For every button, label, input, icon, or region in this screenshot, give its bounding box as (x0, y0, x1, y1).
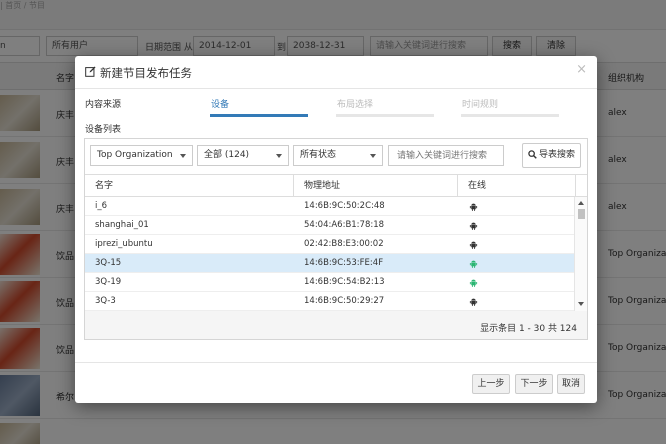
status-select[interactable]: 所有状态 (293, 145, 383, 166)
device-search-input[interactable] (388, 145, 504, 166)
device-name: 3Q-3 (95, 296, 116, 306)
device-mac: 54:04:A6:B1:78:18 (304, 220, 385, 230)
next-step-button[interactable]: 下一步 (515, 374, 553, 394)
group-select[interactable]: 全部 (124) (197, 145, 289, 166)
device-name: i_6 (95, 201, 108, 211)
device-row[interactable]: iprezi_ubuntu 02:42:B8:E3:00:02 (85, 235, 575, 254)
device-mac: 14:6B:9C:53:FE:4F (304, 258, 384, 268)
android-icon-online (469, 260, 478, 268)
chevron-down-icon (276, 154, 282, 158)
pagination-info: 显示条目 1 - 30 共 124 (480, 324, 577, 334)
device-list-title: 设备列表 (85, 125, 122, 135)
cancel-button[interactable]: 取消 (557, 374, 585, 394)
device-name: 3Q-19 (95, 277, 122, 287)
device-list-panel: Top Organization 全部 (124) 所有状态 导表搜索 (84, 138, 588, 340)
step-device[interactable]: 设备 (210, 97, 308, 117)
scroll-down-icon[interactable] (578, 302, 584, 306)
device-table-scrollbar[interactable] (574, 197, 587, 311)
android-icon (469, 298, 478, 306)
column-header-name[interactable]: 名字 (85, 175, 294, 197)
scroll-up-icon[interactable] (578, 201, 584, 205)
device-table-body: i_6 14:6B:9C:50:2C:48 shanghai_01 54:04:… (85, 197, 575, 311)
android-icon (469, 203, 478, 211)
android-icon (469, 222, 478, 230)
device-row[interactable]: i_6 14:6B:9C:50:2C:48 (85, 197, 575, 216)
device-row[interactable]: shanghai_01 54:04:A6:B1:78:18 (85, 216, 575, 235)
android-icon-online (469, 279, 478, 287)
device-name: shanghai_01 (95, 220, 149, 230)
device-mac: 14:6B:9C:54:B2:13 (304, 277, 385, 287)
device-table-header: 名字 物理地址 在线 (85, 175, 587, 197)
previous-step-button[interactable]: 上一步 (472, 374, 510, 394)
device-row[interactable]: 3Q-19 14:6B:9C:54:B2:13 (85, 273, 575, 292)
scroll-thumb[interactable] (578, 209, 585, 219)
column-header-mac[interactable]: 物理地址 (294, 175, 458, 197)
device-filters: Top Organization 全部 (124) 所有状态 导表搜索 (85, 139, 587, 175)
device-mac: 14:6B:9C:50:2C:48 (304, 201, 385, 211)
chevron-down-icon (180, 154, 186, 158)
device-name: iprezi_ubuntu (95, 239, 153, 249)
device-search-button[interactable]: 导表搜索 (522, 143, 581, 168)
chevron-down-icon (370, 154, 376, 158)
new-publish-task-modal: 新建节目发布任务 × 内容来源 设备 布局选择 时间规则 设备列表 Top Or… (75, 56, 597, 403)
device-name: 3Q-15 (95, 258, 122, 268)
edit-icon (85, 66, 96, 77)
device-row-selected[interactable]: 3Q-15 14:6B:9C:53:FE:4F (85, 254, 575, 273)
content-source-label: 内容来源 (85, 100, 122, 110)
column-header-online[interactable]: 在线 (458, 175, 576, 197)
device-mac: 14:6B:9C:50:29:27 (304, 296, 385, 306)
modal-title: 新建节目发布任务 (100, 66, 192, 80)
android-icon (469, 241, 478, 249)
step-layout[interactable]: 布局选择 (336, 97, 434, 117)
device-row[interactable]: 3Q-3 14:6B:9C:50:29:27 (85, 292, 575, 311)
close-button[interactable]: × (576, 62, 587, 77)
modal-header: 新建节目发布任务 × (75, 56, 597, 89)
wizard-steps: 内容来源 设备 布局选择 时间规则 (85, 97, 587, 117)
step-time-rule[interactable]: 时间规则 (461, 97, 559, 117)
device-mac: 02:42:B8:E3:00:02 (304, 239, 384, 249)
organization-select[interactable]: Top Organization (90, 145, 193, 166)
search-icon (528, 150, 537, 159)
modal-footer: 上一步 下一步 取消 (75, 362, 597, 403)
